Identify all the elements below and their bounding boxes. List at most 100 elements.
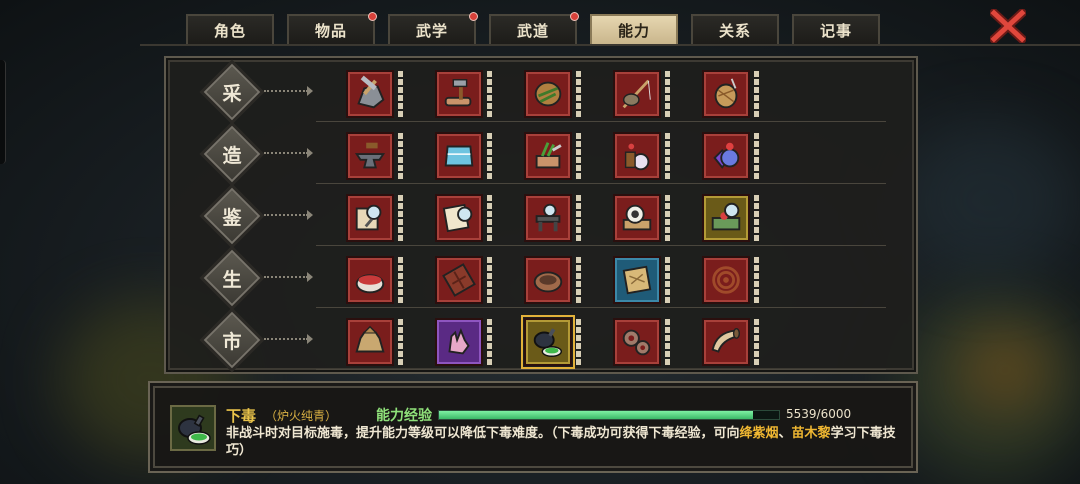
level-pip: [665, 219, 670, 225]
level-pip: [576, 157, 581, 163]
tab-0[interactable]: 角色: [186, 14, 274, 44]
level-pip: [576, 227, 581, 233]
level-pip: [754, 71, 759, 77]
level-pip: [754, 195, 759, 201]
skill-slot[interactable]: [524, 70, 582, 120]
thread-spool-icon: [702, 70, 750, 118]
level-pip: [665, 211, 670, 217]
level-pip: [576, 359, 581, 365]
level-pip: [576, 133, 581, 139]
level-pip: [665, 257, 670, 263]
level-pip: [398, 219, 403, 225]
skill-slot[interactable]: [702, 132, 760, 182]
level-pip: [754, 351, 759, 357]
skill-slot[interactable]: [435, 194, 493, 244]
level-pip: [398, 71, 403, 77]
skill-slot[interactable]: [435, 132, 493, 182]
level-pip: [398, 95, 403, 101]
level-pip: [487, 173, 492, 179]
skill-slot[interactable]: [524, 132, 582, 182]
level-pip: [665, 103, 670, 109]
level-pip: [665, 141, 670, 147]
skill-slot[interactable]: [702, 194, 760, 244]
ability-panel: 采造鉴生市: [164, 56, 918, 374]
skill-slot[interactable]: [613, 194, 671, 244]
skill-slot[interactable]: [346, 132, 404, 182]
desc-text: 非战斗时对目标施毒，提升能力等级可以降低下毒难度。（下毒成功可获得下毒经验，可向: [226, 426, 740, 441]
level-pip: [576, 327, 581, 333]
category-label: 造: [222, 144, 242, 167]
teacher-name-2[interactable]: 苗木黎: [792, 426, 831, 441]
skill-slot[interactable]: [702, 318, 760, 368]
skill-slot[interactable]: [702, 256, 760, 306]
level-pip: [398, 289, 403, 295]
level-pip: [398, 351, 403, 357]
tab-6[interactable]: 记事: [792, 14, 880, 44]
level-pip: [665, 343, 670, 349]
level-pip: [665, 351, 670, 357]
skill-slot[interactable]: [702, 70, 760, 120]
category-label: 生: [222, 268, 242, 291]
skill-slot[interactable]: [521, 315, 582, 369]
tab-3[interactable]: 武道: [489, 12, 579, 44]
tab-5[interactable]: 关系: [691, 14, 779, 44]
level-pip: [398, 257, 403, 263]
skill-slot[interactable]: [346, 256, 404, 306]
exp-bar: [438, 410, 780, 420]
level-pip: [576, 195, 581, 201]
tab-2[interactable]: 武学: [388, 12, 478, 44]
skill-slot[interactable]: [613, 70, 671, 120]
ability-row-0: 采: [166, 62, 916, 124]
tab-bar: 角色 物品 武学 武道 能力 关系 记事: [186, 12, 880, 44]
arrow-right-icon: [307, 334, 313, 344]
skill-slot[interactable]: [613, 132, 671, 182]
level-pip: [576, 79, 581, 85]
skill-slot[interactable]: [524, 194, 582, 244]
level-pip: [398, 165, 403, 171]
appraise-stand-icon: [524, 194, 572, 242]
level-pip: [576, 343, 581, 349]
level-pip: [754, 281, 759, 287]
skill-slot[interactable]: [346, 318, 404, 368]
cooking-pot-icon: [346, 256, 394, 304]
exp-value: 5539/6000: [786, 407, 852, 421]
level-pip: [576, 273, 581, 279]
notification-dot-icon: [368, 12, 377, 21]
level-pip: [487, 149, 492, 155]
level-pip: [754, 335, 759, 341]
level-pip: [487, 257, 492, 263]
skill-slot[interactable]: [613, 318, 671, 368]
skill-slot[interactable]: [613, 256, 671, 306]
skill-slot[interactable]: [435, 318, 493, 368]
exp-bar-fill: [439, 411, 753, 419]
level-pip: [665, 111, 670, 117]
teacher-name-1[interactable]: 绛紫烟: [740, 426, 779, 441]
skill-slot[interactable]: [346, 194, 404, 244]
category-badge: 造: [203, 125, 261, 183]
skill-slot[interactable]: [346, 70, 404, 120]
level-pip: [665, 165, 670, 171]
skill-slot[interactable]: [435, 70, 493, 120]
close-button[interactable]: [988, 8, 1028, 44]
level-pip: [398, 319, 403, 325]
level-pip: [487, 71, 492, 77]
arrow-right-icon: [307, 272, 313, 282]
skill-slot[interactable]: [435, 256, 493, 306]
level-pip: [487, 235, 492, 241]
category-label: 采: [222, 82, 242, 105]
level-pip: [754, 103, 759, 109]
level-pip: [487, 281, 492, 287]
level-pip: [398, 103, 403, 109]
arrow-right-icon: [307, 148, 313, 158]
level-pip: [665, 149, 670, 155]
level-pip: [665, 87, 670, 93]
desc-separator: 、: [778, 426, 792, 441]
tab-4[interactable]: 能力: [590, 14, 678, 44]
level-pip: [665, 235, 670, 241]
level-pip: [665, 203, 670, 209]
tab-1[interactable]: 物品: [287, 12, 377, 44]
level-pip: [754, 111, 759, 117]
skill-slot[interactable]: [524, 256, 582, 306]
side-handle[interactable]: [0, 60, 6, 164]
level-pip: [487, 165, 492, 171]
